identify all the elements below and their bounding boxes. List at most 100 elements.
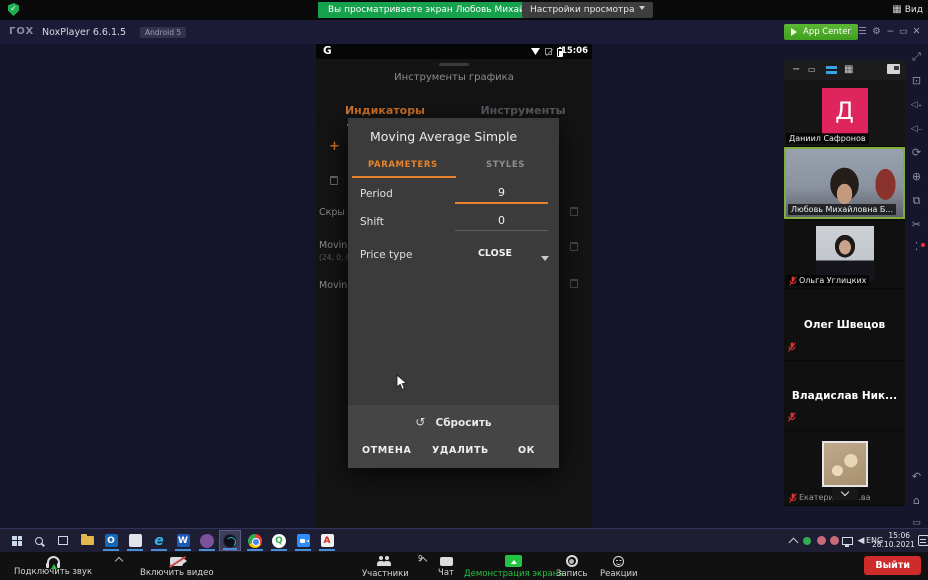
mic-muted-icon <box>788 407 796 426</box>
dropdown-caret-icon[interactable] <box>541 256 549 265</box>
price-type-select[interactable]: CLOSE <box>455 248 535 259</box>
audio-options-chevron[interactable] <box>116 558 122 564</box>
outlook-icon: O <box>105 534 118 547</box>
profile-photo <box>816 226 874 282</box>
internet-explorer-button[interactable]: e <box>148 530 170 551</box>
folder-icon <box>81 536 94 545</box>
thumbnail-view-icon[interactable]: ▭ <box>808 64 816 76</box>
view-button[interactable]: ▦Вид <box>892 3 923 17</box>
shift-input[interactable]: 0 <box>455 214 548 227</box>
tray-time[interactable]: 15:06 <box>884 531 910 540</box>
screenshot-icon[interactable]: ⊕ <box>905 170 928 184</box>
participant-tile[interactable]: Олег Швецов <box>784 289 905 360</box>
trash-icon[interactable] <box>330 176 338 185</box>
task-view-button[interactable] <box>52 530 74 551</box>
close-button[interactable]: ✕ <box>910 25 923 39</box>
tab-tools[interactable]: Инструменты <box>454 104 592 117</box>
rotate-screen-icon[interactable]: ⟳ <box>905 146 928 160</box>
tab-indicators[interactable]: Индикаторы <box>316 104 454 117</box>
tab-styles[interactable]: STYLES <box>486 160 525 170</box>
acrobat-button[interactable]: A <box>316 530 338 551</box>
chat-button[interactable]: Чат <box>438 554 454 578</box>
participant-name: Любовь Михайловна Б... <box>788 204 896 215</box>
gallery-view-icon[interactable]: ▦ <box>844 64 853 76</box>
join-audio-button[interactable]: Подключить звук <box>14 554 92 577</box>
participants-options-chevron[interactable] <box>420 558 426 564</box>
search-button[interactable] <box>28 530 50 551</box>
headset-icon <box>47 556 60 565</box>
participant-name: Олег Швецов <box>784 289 905 360</box>
mouse-cursor <box>396 374 408 395</box>
settings-gear-icon[interactable]: ⚙ <box>870 25 883 39</box>
fullscreen-icon[interactable]: ⤢ <box>905 50 928 64</box>
notification-icon <box>918 535 928 546</box>
shake-icon[interactable]: ✂ <box>905 218 928 232</box>
drag-handle[interactable] <box>439 63 469 66</box>
video-icon[interactable]: ⊡ <box>905 74 928 88</box>
shared-folder-icon[interactable]: ⧉ <box>905 194 928 208</box>
zoom-top-bar: ✓ Вы просматриваете экран Любовь Михайло… <box>0 0 928 20</box>
participant-tile[interactable]: Д Даниил Сафронов <box>784 80 905 146</box>
wifi-icon <box>531 48 540 55</box>
share-screen-icon <box>505 555 522 567</box>
period-input[interactable]: 9 <box>455 186 548 199</box>
task-view-icon <box>58 536 68 545</box>
strip-view-icon[interactable] <box>826 66 837 74</box>
gift-icon[interactable]: ⛶ <box>842 25 855 39</box>
start-button[interactable] <box>6 530 28 551</box>
tray-date[interactable]: 28.10.2021 <box>872 540 910 549</box>
minimize-panel-icon[interactable]: − <box>792 64 800 76</box>
trash-icon[interactable] <box>570 207 578 216</box>
viber-icon <box>200 534 214 548</box>
period-label: Period <box>360 188 393 200</box>
participant-tile-active-speaker[interactable]: Любовь Михайловна Б... <box>784 147 905 219</box>
viber-button[interactable] <box>196 530 218 551</box>
dialog-footer: ↺Сбросить ОТМЕНА УДАЛИТЬ ОК <box>348 405 559 468</box>
noxplayer-taskbar-button[interactable] <box>219 530 241 551</box>
record-icon <box>566 555 578 567</box>
shift-label: Shift <box>360 216 384 228</box>
volume-down-icon[interactable]: ◁₋ <box>905 122 928 136</box>
participants-button[interactable]: Участники 9 <box>362 554 409 579</box>
maximize-button[interactable]: ▭ <box>897 25 910 39</box>
word-button[interactable]: W <box>172 530 194 551</box>
action-center-button[interactable] <box>912 530 928 551</box>
more-actions-icon[interactable]: ⁚ <box>905 240 928 254</box>
trash-icon[interactable] <box>570 279 578 288</box>
chevron-down-icon <box>639 6 645 13</box>
tab-parameters[interactable]: PARAMETERS <box>368 160 438 170</box>
leaf-icon <box>791 28 801 36</box>
android-back-icon[interactable]: ↶ <box>905 470 928 484</box>
collapse-panel-chevron-button[interactable] <box>832 487 858 500</box>
participant-tile[interactable]: Екатерина М...ва <box>784 431 905 505</box>
minimize-button[interactable]: − <box>884 25 897 39</box>
leave-button[interactable]: Выйти <box>864 556 921 575</box>
reset-button[interactable]: ↺Сбросить <box>348 415 559 429</box>
q-app-button[interactable]: Q <box>268 530 290 551</box>
reactions-button[interactable]: Реакции <box>600 554 638 579</box>
view-settings-button[interactable]: Настройки просмотра <box>522 2 653 18</box>
ok-button[interactable]: ОК <box>518 445 535 456</box>
add-indicator-icon[interactable]: + <box>329 139 340 154</box>
cancel-button[interactable]: ОТМЕНА <box>362 445 411 456</box>
notes-app-button[interactable] <box>124 530 146 551</box>
start-video-button[interactable]: Включить видео <box>140 554 214 578</box>
chevron-up-icon <box>419 557 427 565</box>
volume-up-icon[interactable]: ◁₊ <box>905 98 928 112</box>
delete-button[interactable]: УДАЛИТЬ <box>432 445 489 456</box>
chrome-button[interactable] <box>244 530 266 551</box>
outlook-button[interactable]: O <box>100 530 122 551</box>
share-screen-button[interactable]: Демонстрация экрана <box>464 554 564 579</box>
file-explorer-button[interactable] <box>76 530 98 551</box>
record-button[interactable]: Запись <box>556 554 587 579</box>
participant-tile[interactable]: Владислав Ник... <box>784 361 905 430</box>
reset-icon: ↺ <box>415 415 425 429</box>
search-icon <box>35 537 43 545</box>
trash-icon[interactable] <box>570 242 578 251</box>
period-underline <box>455 202 548 204</box>
popout-panel-icon[interactable] <box>887 64 900 74</box>
zoom-app-button[interactable] <box>292 530 314 551</box>
menu-icon[interactable]: ☰ <box>856 25 869 39</box>
participant-tile[interactable]: Ольга Углицких <box>784 220 905 288</box>
android-home-icon[interactable]: ⌂ <box>905 494 928 508</box>
